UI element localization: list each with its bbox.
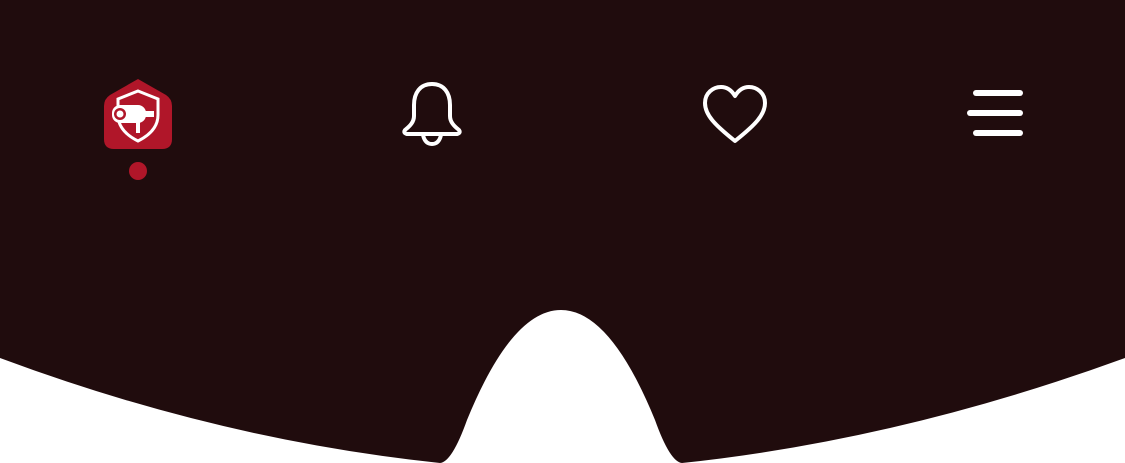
nav-bar-background (0, 0, 1125, 463)
nav-item-menu[interactable] (958, 80, 1032, 146)
security-camera-shield-icon (100, 75, 176, 153)
nav-item-favorites[interactable] (697, 76, 773, 152)
nav-item-notifications[interactable] (394, 76, 470, 152)
heart-icon (701, 83, 769, 145)
bell-icon (401, 80, 463, 148)
nav-item-home[interactable] (96, 72, 180, 156)
active-indicator-dot (129, 162, 147, 180)
bottom-navigation-bar (0, 0, 1125, 463)
hamburger-menu-icon (964, 87, 1026, 139)
